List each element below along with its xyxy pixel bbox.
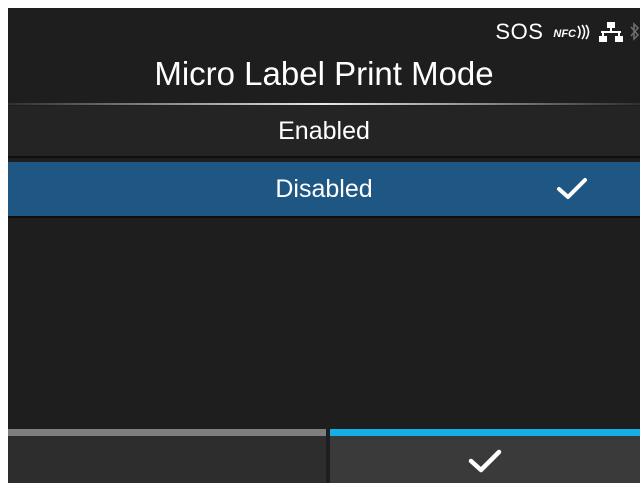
option-enabled[interactable]: Enabled	[8, 106, 640, 158]
selected-check-icon	[557, 178, 587, 199]
option-label: Enabled	[278, 117, 370, 145]
title-divider	[8, 103, 640, 105]
nfc-label: NFC	[553, 28, 576, 40]
footer-bar	[8, 429, 640, 483]
status-bar: SOS NFC	[495, 14, 640, 50]
nfc-icon: NFC	[553, 24, 590, 40]
option-disabled[interactable]: Disabled	[8, 162, 640, 218]
bluetooth-icon	[630, 22, 640, 41]
printer-screen: SOS NFC Micro Label Print Mode Enabled D…	[8, 8, 640, 483]
option-label: Disabled	[275, 175, 373, 203]
confirm-button[interactable]	[330, 429, 640, 483]
option-list: Enabled Disabled	[8, 106, 640, 218]
back-button[interactable]	[8, 429, 326, 483]
sos-label: SOS	[495, 19, 544, 44]
checkmark-icon	[468, 449, 502, 473]
network-icon	[599, 22, 623, 42]
page-title: Micro Label Print Mode	[154, 55, 494, 92]
